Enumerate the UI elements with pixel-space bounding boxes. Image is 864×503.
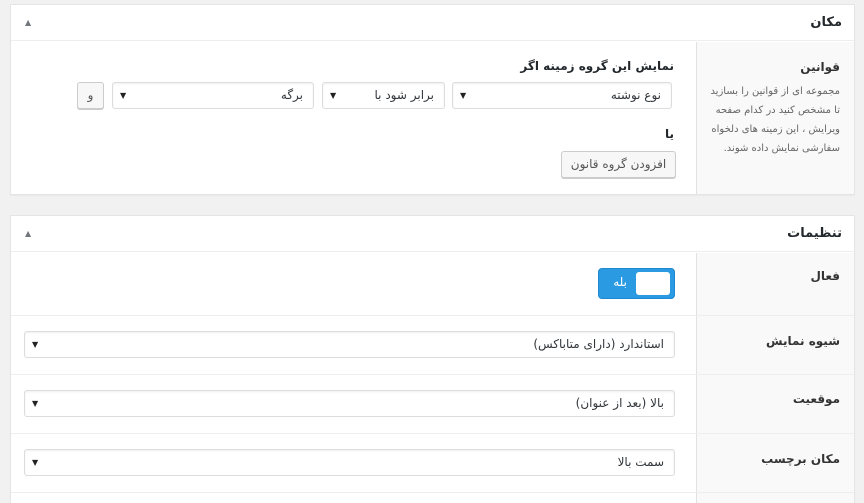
add-rule-group-button[interactable]: افزودن گروه قانون <box>561 151 676 178</box>
style-label: شیوه نمایش <box>765 334 840 348</box>
rule-operator-value: برابر شود با <box>374 88 434 102</box>
settings-label-column: فعال شیوه نمایش موقعیت مکان برچسب <box>696 253 854 503</box>
or-label: یا <box>664 127 674 141</box>
rule-value-value: برگه <box>280 88 303 102</box>
label-placement-value: سمت بالا <box>617 455 664 469</box>
chevron-down-icon: ▼ <box>32 340 39 349</box>
rules-label: قوانین <box>800 60 840 74</box>
toggle-knob <box>636 272 670 295</box>
style-value: استاندارد (دارای متاباکس) <box>533 337 664 351</box>
style-select[interactable]: استاندارد (دارای متاباکس) ▼ <box>24 331 675 358</box>
location-title: مکان <box>810 15 842 30</box>
settings-header[interactable]: تنظیمات ▲ <box>11 216 854 252</box>
collapse-arrow-icon[interactable]: ▲ <box>25 18 31 27</box>
rule-param-value: نوع نوشته <box>610 88 661 102</box>
label-placement-label: مکان برچسب <box>761 452 840 466</box>
row-divider <box>11 374 854 375</box>
location-header[interactable]: مکان ▲ <box>11 5 854 41</box>
chevron-down-icon: ▼ <box>32 399 39 408</box>
collapse-arrow-icon[interactable]: ▲ <box>25 229 31 238</box>
active-toggle[interactable]: بله <box>598 268 675 299</box>
chevron-down-icon: ▼ <box>32 458 39 467</box>
show-if-heading: نمایش این گروه زمینه اگر <box>520 59 674 73</box>
position-label: موقعیت <box>792 392 840 406</box>
rules-description: مجموعه ای از قوانین را بسازید تا مشخص کن… <box>710 86 840 154</box>
active-toggle-label: بله <box>613 275 627 289</box>
row-divider <box>11 433 854 434</box>
chevron-down-icon: ▼ <box>120 91 127 100</box>
settings-postbox: تنظیمات ▲ فعال شیوه نمایش موقعیت مکان بر… <box>10 215 855 503</box>
row-divider <box>11 315 854 316</box>
rule-value-select[interactable]: برگه ▼ <box>112 82 314 109</box>
row-divider <box>11 492 854 493</box>
location-postbox: مکان ▲ قوانین مجموعه ای از قوانین را بسا… <box>10 4 855 195</box>
position-value: بالا (بعد از عنوان) <box>575 396 664 410</box>
label-placement-select[interactable]: سمت بالا ▼ <box>24 449 675 476</box>
position-select[interactable]: بالا (بعد از عنوان) ▼ <box>24 390 675 417</box>
rule-param-select[interactable]: نوع نوشته ▼ <box>452 82 672 109</box>
rule-operator-select[interactable]: برابر شود با ▼ <box>322 82 445 109</box>
active-label: فعال <box>810 269 840 283</box>
rules-label-column: قوانین مجموعه ای از قوانین را بسازید تا … <box>696 42 854 194</box>
chevron-down-icon: ▼ <box>330 91 337 100</box>
and-button[interactable]: و <box>77 82 104 109</box>
settings-title: تنظیمات <box>787 226 842 241</box>
chevron-down-icon: ▼ <box>460 91 467 100</box>
